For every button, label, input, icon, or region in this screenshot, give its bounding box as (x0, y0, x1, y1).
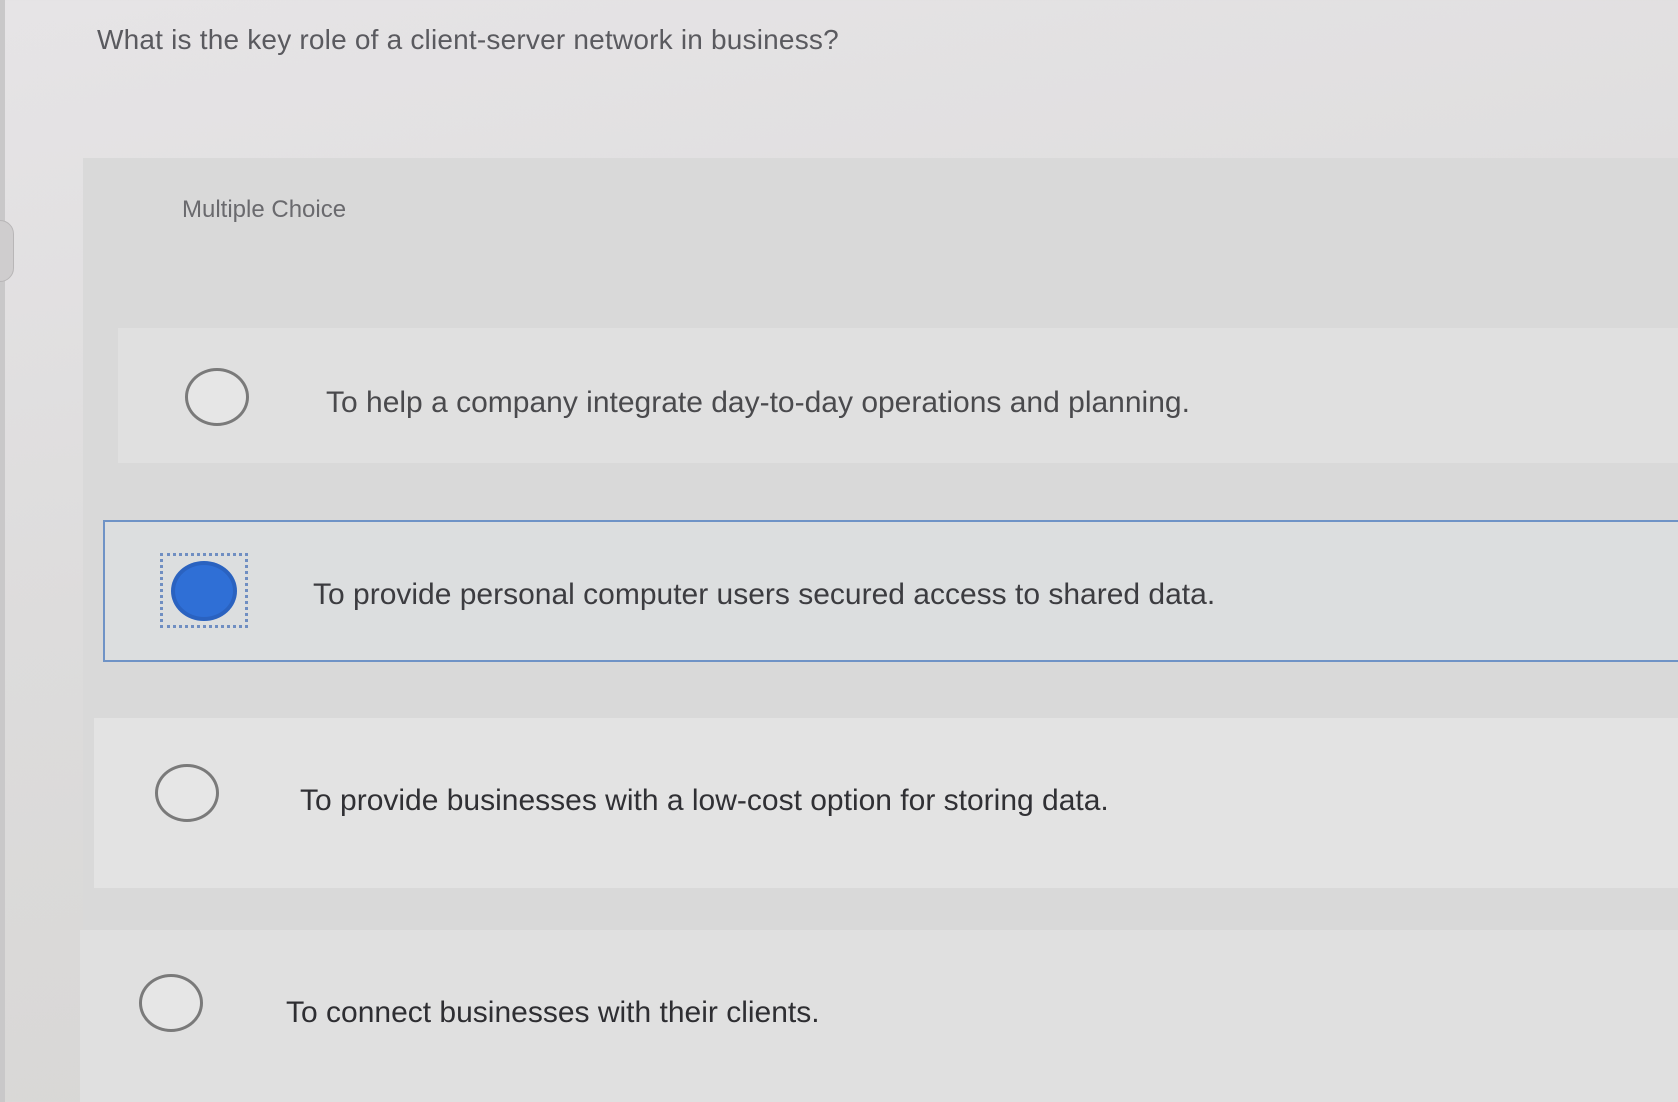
answer-option-1-label: To help a company integrate day-to-day o… (326, 386, 1190, 419)
question-text: What is the key role of a client-server … (97, 24, 839, 55)
answer-option-3-label: To provide businesses with a low-cost op… (300, 784, 1109, 817)
answer-option-4-label: To connect businesses with their clients… (286, 996, 820, 1029)
radio-button-1[interactable] (185, 368, 249, 426)
answer-option-2-label: To provide personal computer users secur… (313, 578, 1216, 611)
side-panel-handle[interactable] (0, 220, 14, 282)
radio-button-3[interactable] (155, 764, 219, 822)
multiple-choice-label: Multiple Choice (182, 196, 347, 223)
window-left-edge (0, 0, 5, 1102)
radio-button-2-selected[interactable] (172, 562, 236, 620)
radio-button-4[interactable] (139, 974, 203, 1032)
